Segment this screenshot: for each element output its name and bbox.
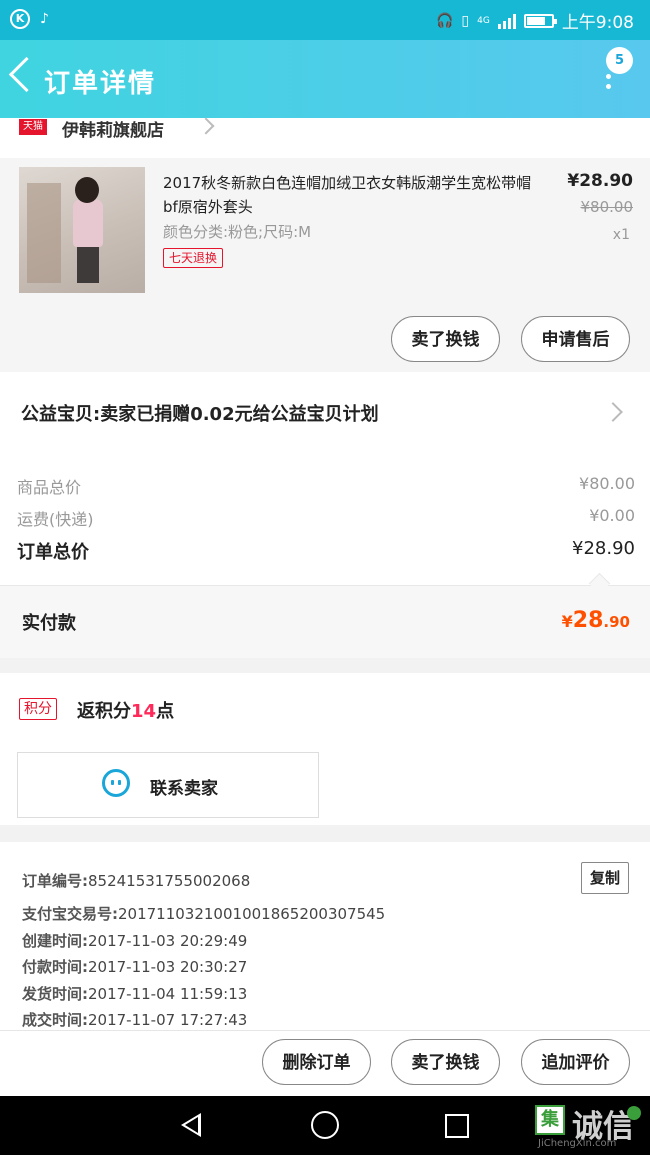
shipping-value: ¥0.00 [589, 506, 635, 525]
watermark-url: JiChengXin.com [538, 1138, 617, 1149]
goods-total-value: ¥80.00 [579, 474, 635, 493]
add-review-button[interactable]: 追加评价 [521, 1039, 630, 1085]
k-icon: K [10, 9, 30, 29]
paid-integer: 28 [572, 608, 604, 633]
order-total-value: ¥28.90 [572, 538, 635, 559]
points-text: 返积分14点 [77, 697, 174, 723]
product-quantity: x1 [612, 227, 630, 243]
paid-decimal: .90 [603, 613, 630, 631]
page-title: 订单详情 [44, 69, 157, 99]
product-image[interactable] [19, 167, 145, 293]
product-sku: 颜色分类:粉色;尺码:M [163, 223, 312, 241]
nav-home-icon[interactable] [311, 1111, 339, 1139]
sell-button[interactable]: 卖了换钱 [391, 316, 500, 362]
watermark-logo: 集 [535, 1105, 565, 1135]
sell-button-bottom[interactable]: 卖了换钱 [391, 1039, 500, 1085]
status-bar: K ♪ 🎧 ▯ 4G 上午9:08 [0, 0, 650, 40]
original-price: ¥80.00 [580, 198, 634, 216]
price-summary [0, 457, 650, 585]
headset-icon: 🎧 [435, 12, 454, 29]
points-suffix: 点 [156, 701, 175, 722]
message-badge[interactable]: 5 [606, 47, 633, 74]
paid-currency: ¥ [561, 612, 573, 631]
status-left: K ♪ [10, 9, 49, 29]
contact-seller-label[interactable]: 联系卖家 [150, 774, 218, 799]
charity-text[interactable]: 公益宝贝:卖家已捐赠0.02元给公益宝贝计划 [21, 400, 379, 426]
battery-icon [523, 13, 557, 28]
nav-back-icon-inner [185, 1117, 198, 1133]
shipping-label: 运费(快递) [17, 510, 94, 529]
signal-icon [497, 13, 516, 29]
goods-total-label: 商品总价 [17, 478, 82, 497]
points-badge: 积分 [19, 698, 57, 720]
payment-time: 付款时间:2017-11-03 20:30:27 [22, 958, 248, 976]
order-number: 订单编号:85241531755002068 [22, 872, 251, 890]
vibrate-icon: ▯ [461, 12, 470, 29]
order-total-label: 订单总价 [17, 542, 89, 563]
paid-amount: ¥28.90 [562, 608, 630, 633]
shop-name[interactable]: 伊韩莉旗舰店 [62, 116, 164, 141]
nav-recents-icon[interactable] [445, 1114, 469, 1138]
status-right: 🎧 ▯ 4G 上午9:08 [435, 8, 634, 34]
paid-label: 实付款 [22, 613, 76, 634]
music-icon: ♪ [40, 11, 49, 27]
wangwang-chat-icon [102, 769, 130, 797]
shipping-time: 发货时间:2017-11-04 11:59:13 [22, 985, 248, 1003]
network-label: 4G [477, 15, 490, 26]
clock: 上午9:08 [561, 13, 634, 33]
paid-row [0, 585, 650, 658]
product-price: ¥28.90 [567, 171, 633, 191]
watermark-dot [627, 1106, 641, 1120]
alipay-number: 支付宝交易号:2017110321001001865200307545 [22, 905, 386, 923]
product-title[interactable]: 2017秋冬新款白色连帽加绒卫衣女韩版潮学生宽松带帽bf原宿外套头 [163, 171, 535, 219]
copy-button[interactable]: 复制 [581, 862, 629, 894]
more-icon[interactable] [606, 74, 612, 94]
after-sale-button[interactable]: 申请售后 [521, 316, 630, 362]
points-number: 14 [131, 701, 157, 722]
points-prefix: 返积分 [77, 701, 131, 722]
tmall-logo: 天猫 [19, 119, 47, 135]
created-time: 创建时间:2017-11-03 20:29:49 [22, 932, 248, 950]
completion-time: 成交时间:2017-11-07 17:27:43 [22, 1011, 248, 1029]
return-policy-badge: 七天退换 [163, 248, 224, 268]
delete-order-button[interactable]: 删除订单 [262, 1039, 371, 1085]
